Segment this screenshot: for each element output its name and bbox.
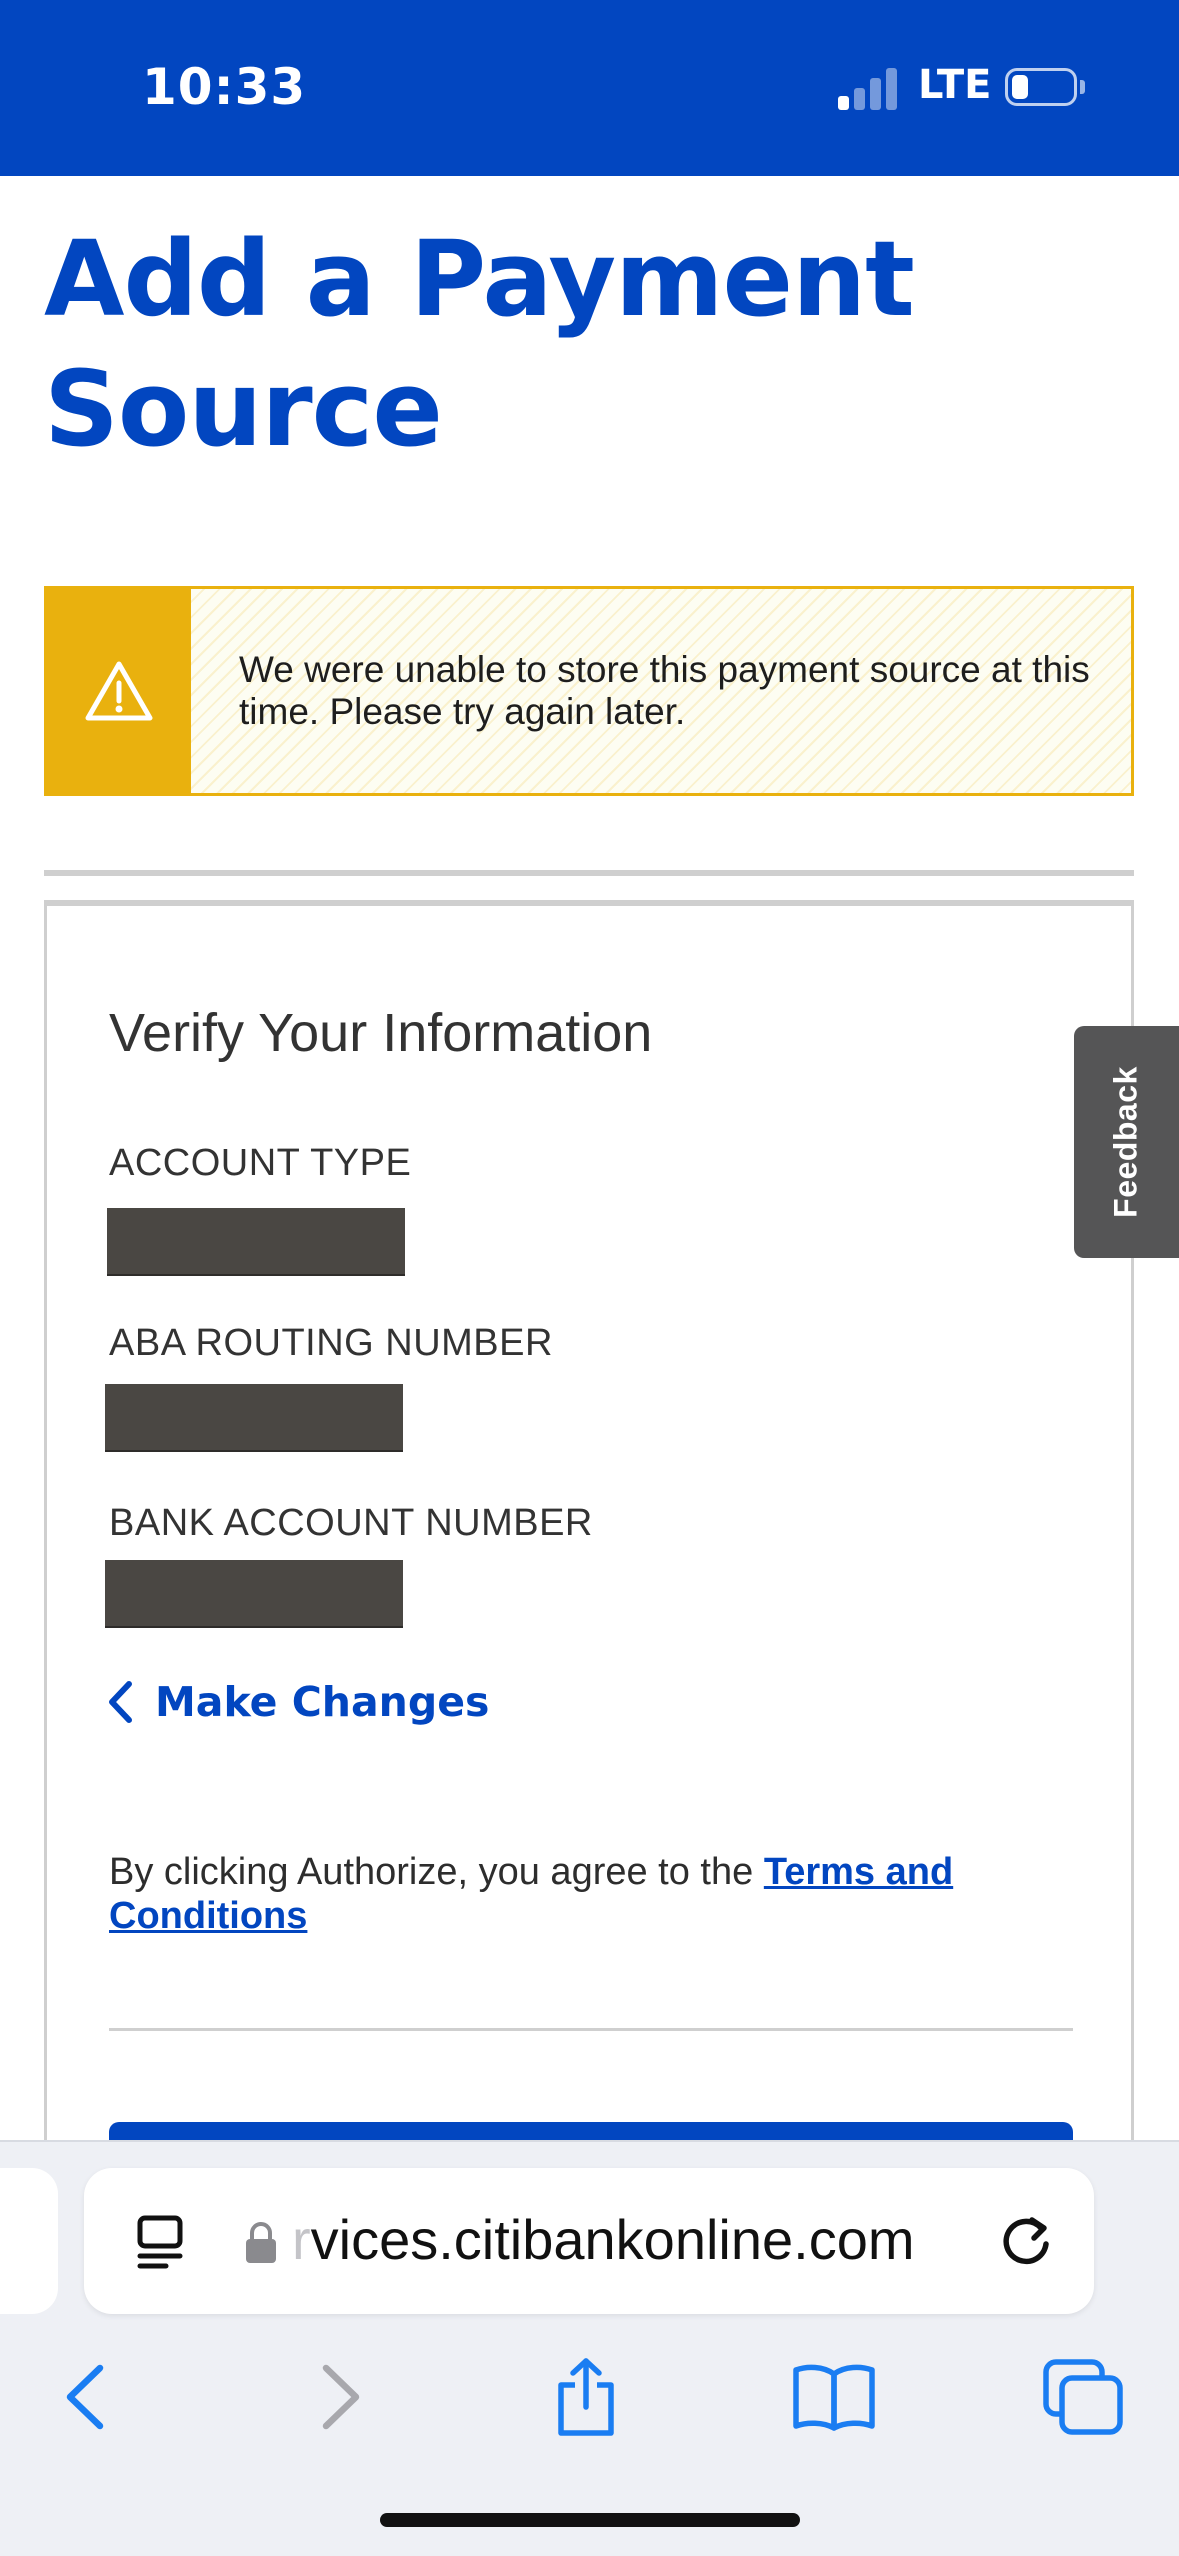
- routing-number-label: ABA ROUTING NUMBER: [109, 1322, 553, 1364]
- home-indicator: [380, 2513, 800, 2527]
- account-number-label: BANK ACCOUNT NUMBER: [109, 1502, 593, 1544]
- previous-tab-card[interactable]: [0, 2168, 58, 2314]
- page-title: Add a Payment Source: [44, 218, 915, 470]
- url-prefix-faded: r: [292, 2208, 311, 2271]
- share-icon: [558, 2358, 614, 2436]
- status-bar: 10:33 LTE: [0, 0, 1179, 176]
- battery-icon: [1005, 68, 1077, 106]
- feedback-tab[interactable]: Feedback: [1074, 1026, 1179, 1258]
- share-button[interactable]: [531, 2342, 641, 2452]
- alert-message: We were unable to store this payment sou…: [239, 649, 1090, 732]
- tabs-button[interactable]: [1028, 2342, 1138, 2452]
- warning-icon: [47, 589, 191, 793]
- make-changes-link[interactable]: Make Changes: [107, 1678, 489, 1726]
- page-menu-icon[interactable]: [132, 2212, 192, 2272]
- account-type-value-redacted: [107, 1208, 405, 1276]
- cellular-signal-icon: [838, 66, 898, 110]
- reload-icon[interactable]: [994, 2208, 1058, 2272]
- network-type: LTE: [918, 62, 992, 108]
- bookmarks-book-icon: [793, 2364, 875, 2431]
- back-button[interactable]: [30, 2342, 140, 2452]
- tabs-icon: [1043, 2359, 1123, 2435]
- back-arrow-icon: [66, 2364, 104, 2430]
- url-domain: vices.citibankonline.com: [310, 2208, 915, 2271]
- error-alert: We were unable to store this payment sou…: [44, 586, 1134, 796]
- lock-icon: [246, 2222, 276, 2263]
- card-divider: [109, 2028, 1073, 2031]
- routing-number-value-redacted: [105, 1384, 403, 1452]
- make-changes-label: Make Changes: [155, 1678, 490, 1726]
- feedback-label: Feedback: [1107, 1066, 1144, 1218]
- forward-arrow-icon: [322, 2364, 360, 2430]
- url-text: rvices.citibankonline.com: [292, 2206, 1052, 2274]
- account-number-value-redacted: [105, 1560, 403, 1628]
- status-time: 10:33: [142, 58, 307, 116]
- address-bar[interactable]: rvices.citibankonline.com: [84, 2168, 1094, 2314]
- verify-card: Verify Your Information ACCOUNT TYPE ABA…: [44, 906, 1134, 2182]
- section-divider: [44, 870, 1134, 876]
- bookmarks-button[interactable]: [779, 2342, 889, 2452]
- terms-prefix: By clicking Authorize, you agree to the: [109, 1851, 764, 1893]
- forward-button[interactable]: [286, 2342, 396, 2452]
- browser-toolbar: rvices.citibankonline.com: [0, 2140, 1179, 2556]
- account-type-label: ACCOUNT TYPE: [109, 1142, 412, 1184]
- chevron-left-icon: [109, 1681, 132, 1723]
- card-title: Verify Your Information: [109, 1003, 653, 1063]
- terms-statement: By clicking Authorize, you agree to the …: [109, 1850, 1039, 1938]
